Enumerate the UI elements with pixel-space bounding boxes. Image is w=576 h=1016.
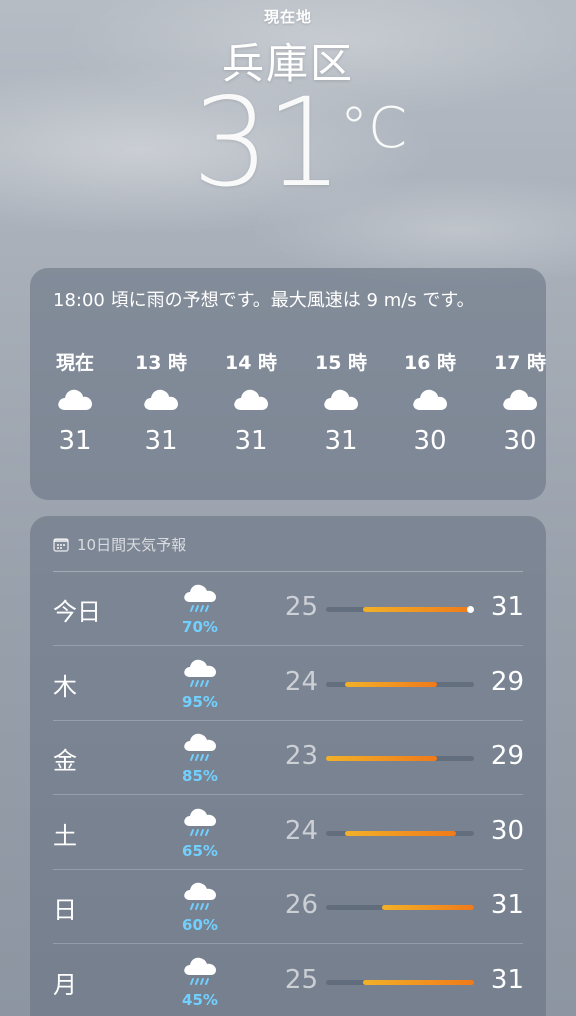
daily-row[interactable]: 今日 70% 25 31: [30, 572, 546, 646]
precipitation-chance: 45%: [182, 990, 218, 1009]
hour-label: 17 時: [493, 352, 546, 374]
temperature-range-bar: [326, 606, 474, 613]
location-header: 現在地 兵庫区 31 °C: [0, 0, 576, 250]
cloud-icon: [301, 376, 381, 422]
precipitation-chance: 95%: [182, 692, 218, 711]
temperature-range-fill: [326, 756, 437, 761]
current-temperature: 31: [192, 72, 343, 214]
cloud-icon: [211, 376, 291, 422]
day-name: 今日: [53, 598, 101, 626]
temperature-range-fill: [363, 979, 474, 985]
hour-label: 14 時: [224, 352, 278, 374]
hourly-item: 14 時 31: [211, 348, 291, 456]
weather-condition: 65%: [170, 806, 230, 860]
hour-label: 13 時: [134, 352, 188, 374]
high-temperature: 30: [490, 815, 524, 846]
cloud-icon: [390, 376, 470, 422]
precipitation-chance: 60%: [182, 916, 218, 934]
high-temperature: 31: [490, 890, 524, 920]
hour-temperature: 31: [58, 426, 92, 456]
temperature-range-fill: [344, 681, 437, 687]
hour-temperature: 31: [324, 426, 358, 456]
day-name: 月: [53, 970, 77, 999]
precipitation-chance: 85%: [182, 767, 218, 785]
high-temperature: 31: [490, 592, 524, 622]
precipitation-chance: 70%: [182, 618, 218, 636]
rain-cloud-icon: [170, 731, 230, 769]
daily-row[interactable]: 日 60% 26 31: [30, 870, 546, 944]
high-temperature: 29: [490, 741, 524, 771]
weather-condition: 85%: [170, 731, 230, 785]
hourly-item: 現在 31: [35, 348, 115, 456]
hourly-item: 15 時 31: [301, 348, 381, 456]
temperature-range-bar: [326, 830, 474, 836]
hour-label: 15 時: [314, 352, 368, 374]
hourly-item: 16 時 30: [390, 348, 470, 456]
day-name: 土: [53, 821, 77, 850]
daily-row[interactable]: 金 85% 23 29: [30, 721, 546, 795]
low-temperature: 25: [284, 964, 318, 995]
cloud-icon: [480, 376, 546, 422]
weather-condition: 60%: [170, 880, 230, 934]
cloud-icon: [121, 376, 201, 422]
hourly-item: 17 時 30: [480, 348, 546, 456]
temperature-range-fill: [344, 830, 456, 836]
rain-cloud-icon: [170, 955, 230, 993]
temperature-unit: °C: [340, 96, 408, 161]
day-name: 木: [53, 672, 77, 701]
day-name: 金: [53, 747, 77, 775]
high-temperature: 31: [490, 964, 524, 995]
day-name: 日: [53, 896, 77, 924]
hour-temperature: 31: [144, 426, 178, 456]
daily-forecast-title: 10日間天気予報: [77, 536, 187, 554]
hourly-forecast-card[interactable]: 18:00 頃に雨の予想です。最大風速は 9 m/s です。 現在 31 13 時 3…: [30, 268, 546, 500]
hour-label: 現在: [55, 352, 94, 374]
low-temperature: 23: [284, 741, 318, 771]
location-label: 現在地: [263, 8, 312, 26]
rain-cloud-icon: [170, 880, 230, 918]
weather-condition: 70%: [170, 582, 230, 636]
forecast-summary: 18:00 頃に雨の予想です。最大風速は 9 m/s です。: [53, 290, 475, 311]
precipitation-chance: 65%: [182, 841, 218, 860]
hourly-item: 13 時 31: [121, 348, 201, 456]
hour-temperature: 30: [413, 426, 447, 456]
temperature-range-bar: [326, 681, 474, 687]
low-temperature: 26: [284, 890, 318, 920]
hour-label: 16 時: [403, 352, 457, 374]
daily-row[interactable]: 土 65% 24 30: [30, 796, 546, 870]
hour-temperature: 31: [234, 426, 268, 456]
temperature-range-fill: [363, 607, 474, 612]
current-temp-marker: [467, 606, 474, 613]
rain-cloud-icon: [170, 806, 230, 844]
low-temperature: 25: [284, 592, 318, 622]
high-temperature: 29: [490, 666, 524, 697]
weather-condition: 95%: [170, 657, 230, 711]
rain-cloud-icon: [170, 582, 230, 620]
daily-forecast-card[interactable]: 10日間天気予報 今日 70% 25 31 木 95% 24 29 金 85% 23 29 土 65% 24…: [30, 516, 546, 1016]
calendar-icon: [53, 538, 69, 552]
low-temperature: 24: [284, 666, 318, 697]
cloud-icon: [35, 376, 115, 422]
weather-condition: 45%: [170, 955, 230, 1009]
temperature-range-bar: [326, 905, 474, 910]
temperature-range-bar: [326, 979, 474, 985]
rain-cloud-icon: [170, 657, 230, 695]
temperature-range-bar: [326, 756, 474, 761]
low-temperature: 24: [284, 815, 318, 846]
hour-temperature: 30: [503, 426, 537, 456]
daily-row[interactable]: 木 95% 24 29: [30, 647, 546, 721]
daily-row[interactable]: 月 45% 25 31: [30, 945, 546, 1016]
hourly-list[interactable]: 現在 31 13 時 31 14 時 31 15 時 31 16 時 30 17 時 30: [30, 348, 546, 488]
daily-forecast-header: 10日間天気予報: [53, 534, 186, 555]
temperature-range-fill: [381, 905, 474, 910]
